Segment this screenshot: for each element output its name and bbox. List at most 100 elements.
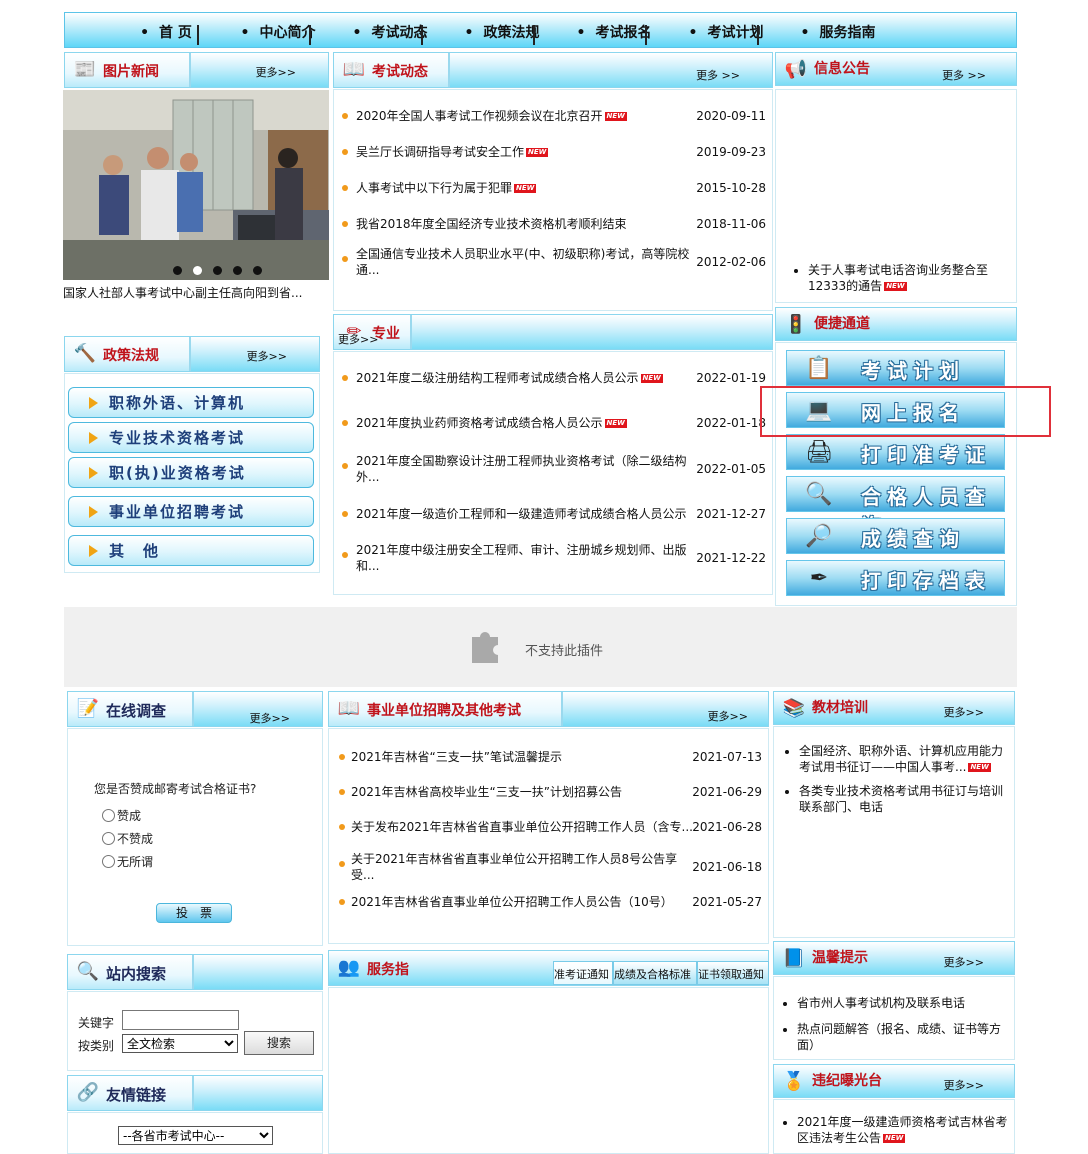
notice-tab[interactable]: 📢 信息公告 bbox=[776, 53, 892, 85]
nav-item-0[interactable]: • 首 页 bbox=[111, 13, 221, 49]
policy-button-label: 其 他 bbox=[109, 542, 161, 560]
list-item[interactable]: 热点问题解答（报名、成绩、证书等方面） bbox=[783, 1021, 1007, 1053]
policy-button-1[interactable]: 专业技术资格考试 bbox=[68, 422, 314, 453]
service-tab-2[interactable]: 证书领取通知 bbox=[697, 961, 769, 985]
nav-item-3[interactable]: • 政策法规 bbox=[447, 13, 557, 49]
list-item[interactable]: 关于发布2021年吉林省省直事业单位公开招聘工作人员（含专... 2021-06-… bbox=[329, 819, 768, 851]
quick-button-4[interactable]: 🔎 成绩查询 bbox=[786, 518, 1005, 554]
list-item[interactable]: 我省2018年度全国经济专业技术资格机考顺利结束 2018-11-06 bbox=[334, 216, 772, 248]
list-item[interactable]: 全国通信专业技术人员职业水平(中、初级职称)考试，高等院校通... 2012-02… bbox=[334, 246, 772, 278]
service-tab-1[interactable]: 成绩及合格标准 bbox=[613, 961, 697, 985]
survey-radio[interactable] bbox=[102, 809, 115, 822]
list-item[interactable]: 关于2021年吉林省省直事业单位公开招聘工作人员8号公告享受... 2021-06… bbox=[329, 851, 768, 883]
notice-item[interactable]: 关于人事考试电话咨询业务整合至12333的通告 NEW bbox=[794, 262, 1004, 294]
policy-button-label: 专业技术资格考试 bbox=[109, 429, 246, 447]
exam-news-more-link[interactable]: 更多 >> bbox=[696, 67, 740, 83]
exam-news-tab[interactable]: 📖 考试动态 bbox=[334, 53, 450, 87]
arrow-right-icon bbox=[89, 506, 98, 518]
list-item[interactable]: 人事考试中以下行为属于犯罪 NEW 2015-10-28 bbox=[334, 180, 772, 212]
bullet-icon bbox=[783, 1002, 787, 1006]
magnifier-icon: 🔍 bbox=[76, 961, 100, 982]
training-tab[interactable]: 📚 教材培训 bbox=[774, 692, 890, 724]
links-select[interactable]: --各省市考试中心-- bbox=[118, 1126, 273, 1145]
vote-button[interactable]: 投 票 bbox=[156, 903, 232, 923]
survey-option[interactable]: 不赞成 bbox=[102, 830, 153, 847]
survey-radio[interactable] bbox=[102, 855, 115, 868]
list-item[interactable]: 2020年全国人事考试工作视频会议在北京召开 NEW 2020-09-11 bbox=[334, 108, 772, 140]
tips-more-link[interactable]: 更多>> bbox=[944, 954, 984, 970]
photo-news-tab[interactable]: 📰 图片新闻 bbox=[65, 53, 191, 87]
photo-news-image[interactable] bbox=[63, 90, 329, 280]
violation-more-link[interactable]: 更多>> bbox=[944, 1077, 984, 1093]
list-item[interactable]: 各类专业技术资格考试用书征订与培训联系部门、电话 bbox=[785, 783, 1004, 815]
links-title: 友情链接 bbox=[106, 1086, 167, 1104]
search-header: 🔍 站内搜索 bbox=[67, 954, 323, 990]
keyword-input[interactable] bbox=[122, 1010, 239, 1030]
carousel-dot[interactable] bbox=[233, 266, 242, 275]
recruit-tab[interactable]: 📖 事业单位招聘及其他考试 bbox=[329, 692, 563, 726]
nav-item-4[interactable]: • 考试报名 bbox=[559, 13, 669, 49]
list-item[interactable]: 2021年度全国勘察设计注册工程师执业资格考试（除二级结构外... 2022-01… bbox=[334, 453, 772, 485]
photo-news-caption[interactable]: 国家人社部人事考试中心副主任高向阳到省... bbox=[63, 284, 329, 301]
carousel-dot[interactable] bbox=[213, 266, 222, 275]
carousel-dot[interactable] bbox=[193, 266, 202, 275]
policy-button-label: 事业单位招聘考试 bbox=[109, 503, 246, 521]
training-more-link[interactable]: 更多>> bbox=[944, 704, 984, 720]
carousel-dot[interactable] bbox=[253, 266, 262, 275]
quick-button-0[interactable]: 📋 考试计划 bbox=[786, 350, 1005, 386]
list-item[interactable]: 2021年度一级建造师资格考试吉林省考区违法考生公告 NEW bbox=[783, 1114, 1009, 1146]
nav-item-5[interactable]: • 考试计划 bbox=[671, 13, 781, 49]
photo-news-more-link[interactable]: 更多>> bbox=[256, 64, 296, 80]
list-item[interactable]: 2021年度中级注册安全工程师、审计、注册城乡规划师、出版和... 2021-12… bbox=[334, 542, 772, 574]
professional-more-link[interactable]: 更多>> bbox=[338, 331, 378, 347]
quick-button-5[interactable]: ✒ 打印存档表 bbox=[786, 560, 1005, 596]
service-tab-0[interactable]: 准考证通知 bbox=[553, 961, 613, 985]
survey-option[interactable]: 无所谓 bbox=[102, 853, 153, 870]
carousel-dot[interactable] bbox=[173, 266, 182, 275]
tips-tab[interactable]: 📘 温馨提示 bbox=[774, 942, 890, 974]
quick-button-2[interactable]: 🖨 打印准考证 bbox=[786, 434, 1005, 470]
list-item[interactable]: 吴兰厅长调研指导考试安全工作 NEW 2019-09-23 bbox=[334, 144, 772, 176]
list-item[interactable]: 省市州人事考试机构及联系电话 bbox=[783, 995, 1007, 1011]
survey-tab[interactable]: 📝 在线调查 bbox=[68, 692, 194, 726]
policy-button-3[interactable]: 事业单位招聘考试 bbox=[68, 496, 314, 527]
bullet-icon bbox=[342, 149, 348, 155]
survey-radio[interactable] bbox=[102, 832, 115, 845]
nav-item-label: 考试动态 bbox=[371, 25, 428, 41]
survey-option[interactable]: 赞成 bbox=[102, 807, 141, 824]
policy-more-link[interactable]: 更多>> bbox=[247, 348, 287, 364]
nav-item-2[interactable]: • 考试动态 bbox=[335, 13, 445, 49]
list-item-title: 全国通信专业技术人员职业水平(中、初级职称)考试，高等院校通... bbox=[356, 246, 691, 278]
title-text: 2021年吉林省“三支一扶”笔试温馨提示 bbox=[351, 750, 562, 764]
list-item-date: 2021-06-18 bbox=[692, 860, 762, 874]
survey-more-link[interactable]: 更多>> bbox=[250, 710, 290, 726]
policy-button-2[interactable]: 职(执)业资格考试 bbox=[68, 457, 314, 488]
service-tab: 👥 服务指南 bbox=[329, 951, 429, 1016]
people-icon: 👥 bbox=[337, 957, 361, 978]
title-text: 2021年吉林省高校毕业生“三支一扶”计划招募公告 bbox=[351, 785, 622, 799]
list-item-date: 2021-12-22 bbox=[696, 551, 766, 565]
list-item[interactable]: 2021年度一级造价工程师和一级建造师考试成绩合格人员公示 2021-12-27 bbox=[334, 506, 772, 538]
list-item[interactable]: 2021年度二级注册结构工程师考试成绩合格人员公示 NEW 2022-01-19 bbox=[334, 370, 772, 402]
list-item[interactable]: 2021年吉林省“三支一扶”笔试温馨提示 2021-07-13 bbox=[329, 749, 768, 781]
list-item[interactable]: 2021年吉林省省直事业单位公开招聘工作人员公告（10号） 2021-05-27 bbox=[329, 894, 768, 926]
title-text: 2021年吉林省省直事业单位公开招聘工作人员公告（10号） bbox=[351, 895, 673, 909]
policy-button-0[interactable]: 职称外语、计算机 bbox=[68, 387, 314, 418]
search-button[interactable]: 搜索 bbox=[244, 1031, 314, 1055]
bullet-icon: • bbox=[688, 25, 698, 41]
category-select[interactable]: 全文检索 bbox=[122, 1034, 238, 1053]
list-item[interactable]: 全国经济、职称外语、计算机应用能力考试用书征订——中国人事考... NEW bbox=[785, 743, 1004, 775]
recruit-more-link[interactable]: 更多>> bbox=[708, 708, 748, 724]
signpost-icon: 🚦 bbox=[784, 314, 808, 335]
calendar-icon: 📋 bbox=[805, 356, 833, 381]
policy-tab[interactable]: 🔨 政策法规 bbox=[65, 337, 191, 371]
list-item[interactable]: 2021年吉林省高校毕业生“三支一扶”计划招募公告 2021-06-29 bbox=[329, 784, 768, 816]
notice-more-link[interactable]: 更多 >> bbox=[942, 67, 986, 83]
violation-tab[interactable]: 🏅 违纪曝光台 bbox=[774, 1065, 904, 1097]
policy-button-4[interactable]: 其 他 bbox=[68, 535, 314, 566]
list-item[interactable]: 2021年度执业药师资格考试成绩合格人员公示 NEW 2022-01-18 bbox=[334, 415, 772, 447]
quick-button-3[interactable]: 🔍合格人员查询 bbox=[786, 476, 1005, 538]
nav-item-6[interactable]: • 服务指南 bbox=[783, 13, 893, 49]
nav-item-1[interactable]: • 中心简介 bbox=[223, 13, 333, 49]
list-item-title: 2021年度中级注册安全工程师、审计、注册城乡规划师、出版和... bbox=[356, 542, 691, 574]
